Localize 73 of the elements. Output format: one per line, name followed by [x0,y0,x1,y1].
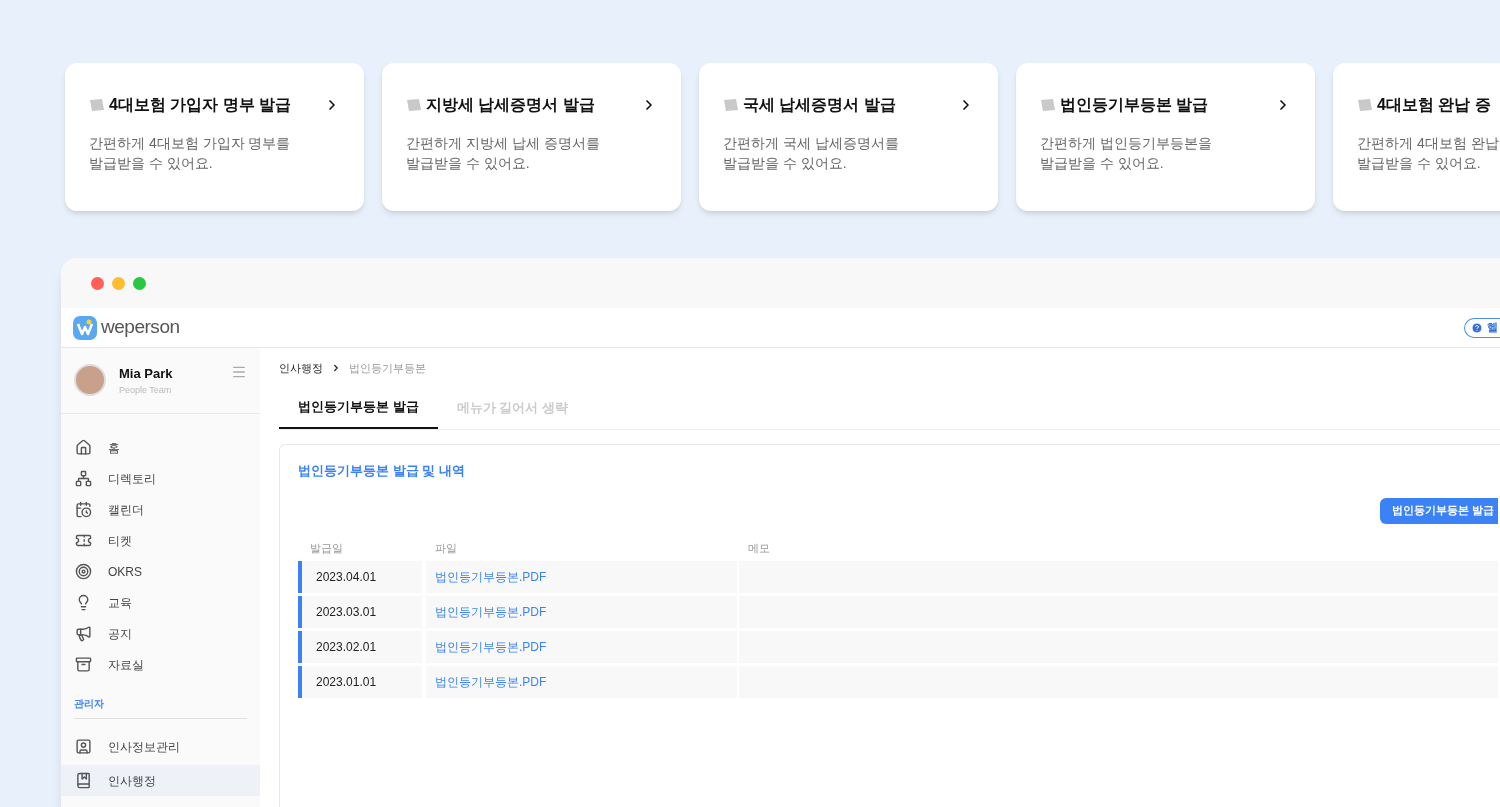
cabinet-icon [75,656,92,673]
table-row[interactable]: 2023.03.01 법인등기부등본.PDF [298,595,1498,628]
nav-item[interactable]: 캘린더 [61,494,260,525]
document-icon [406,98,422,112]
card-description: 간편하게 국세 납세증명서를 [723,134,900,153]
binder-icon [75,772,92,789]
table-row[interactable]: 2023.04.01 법인등기부등본.PDF [298,560,1498,593]
avatar [74,364,106,396]
megaphone-icon [75,625,92,642]
nav-item[interactable]: 티켓 [61,525,260,556]
file-link[interactable]: 법인등기부등본.PDF [426,630,737,663]
logo-text: weperson [101,315,180,340]
service-card[interactable]: 법인등기부등본 발급 간편하게 법인등기부등본을 발급받을 수 있어요. [1016,63,1315,211]
calendar-icon [75,501,92,518]
card-description: 간편하게 4대보험 가입자 명부를 [89,134,292,153]
card-description: 간편하게 지방세 납세 증명서를 [406,134,601,153]
nav-item[interactable]: 인사정보관리 [61,731,260,762]
file-link[interactable]: 법인등기부등본.PDF [426,595,737,628]
card-description: 발급받을 수 있어요. [89,154,214,173]
id-card-icon [75,738,92,755]
breadcrumb-link[interactable]: 인사행정 [279,359,323,377]
column-header: 메모 [748,541,770,557]
date-cell: 2023.01.01 [302,665,422,698]
menu-icon[interactable] [231,364,247,380]
date-cell: 2023.04.01 [302,560,422,593]
section-heading: 관리자 [74,698,104,709]
nav-item[interactable]: 인사행정 [61,765,260,796]
card-title: 4대보험 가입자 명부 발급 [109,95,292,115]
target-icon [75,563,92,580]
file-link[interactable]: 법인등기부등본.PDF [426,665,737,698]
card-description: 간편하게 4대보험 완납 [1357,134,1500,153]
logo-icon [73,315,97,340]
panel-title: 법인등기부등본 발급 및 내역 [298,462,466,480]
card-title: 지방세 납세증명서 발급 [426,95,595,115]
nav-item[interactable]: OKRS [61,556,260,587]
breadcrumb-current: 법인등기부등본 [349,360,426,376]
document-icon [1040,98,1056,112]
org-chart-icon [75,470,92,487]
card-description: 발급받을 수 있어요. [1040,154,1165,173]
chevron-right-icon [331,363,341,373]
service-card[interactable]: 국세 납세증명서 발급 간편하게 국세 납세증명서를 발급받을 수 있어요. [699,63,998,211]
table-row[interactable]: 2023.01.01 법인등기부등본.PDF [298,665,1498,698]
table-row[interactable]: 2023.02.01 법인등기부등본.PDF [298,630,1498,663]
column-header: 파일 [435,541,458,557]
user-team: People Team [119,383,173,397]
date-cell: 2023.03.01 [302,595,422,628]
issue-button[interactable]: 법인등기부등본 발급 [1379,497,1498,524]
column-header: 발급일 [309,541,344,557]
help-icon [1471,321,1483,334]
card-description: 발급받을 수 있어요. [406,154,531,173]
service-card[interactable]: 4대보험 완납 증 간편하게 4대보험 완납 발급받을 수 있어요. [1333,63,1500,211]
card-title: 법인등기부등본 발급 [1060,95,1209,115]
nav-item[interactable]: 공지 [61,618,260,649]
nav-item[interactable]: 자료실 [61,649,260,680]
document-icon [723,98,739,112]
card-title: 4대보험 완납 증 [1377,95,1491,115]
nav-item[interactable]: 홈 [61,432,260,463]
ticket-icon [75,532,92,549]
user-name: Mia Park [119,365,174,383]
card-description: 발급받을 수 있어요. [723,154,848,173]
document-icon [89,98,105,112]
date-cell: 2023.02.01 [302,630,422,663]
document-icon [1357,98,1373,112]
nav-item[interactable]: 디렉토리 [61,463,260,494]
home-icon [75,439,92,456]
nav-item[interactable]: 교육 [61,587,260,618]
card-title: 국세 납세증명서 발급 [743,95,896,115]
service-card[interactable]: 4대보험 가입자 명부 발급 간편하게 4대보험 가입자 명부를 발급받을 수 있어요. [65,63,364,211]
service-card[interactable]: 지방세 납세증명서 발급 간편하게 지방세 납세 증명서를 발급받을 수 있어요. [382,63,681,211]
card-description: 간편하게 법인등기부등본을 [1040,134,1213,153]
file-link[interactable]: 법인등기부등본.PDF [426,560,737,593]
card-description: 발급받을 수 있어요. [1357,154,1482,173]
tab[interactable]: 법인등기부등본 발급 [279,387,438,429]
